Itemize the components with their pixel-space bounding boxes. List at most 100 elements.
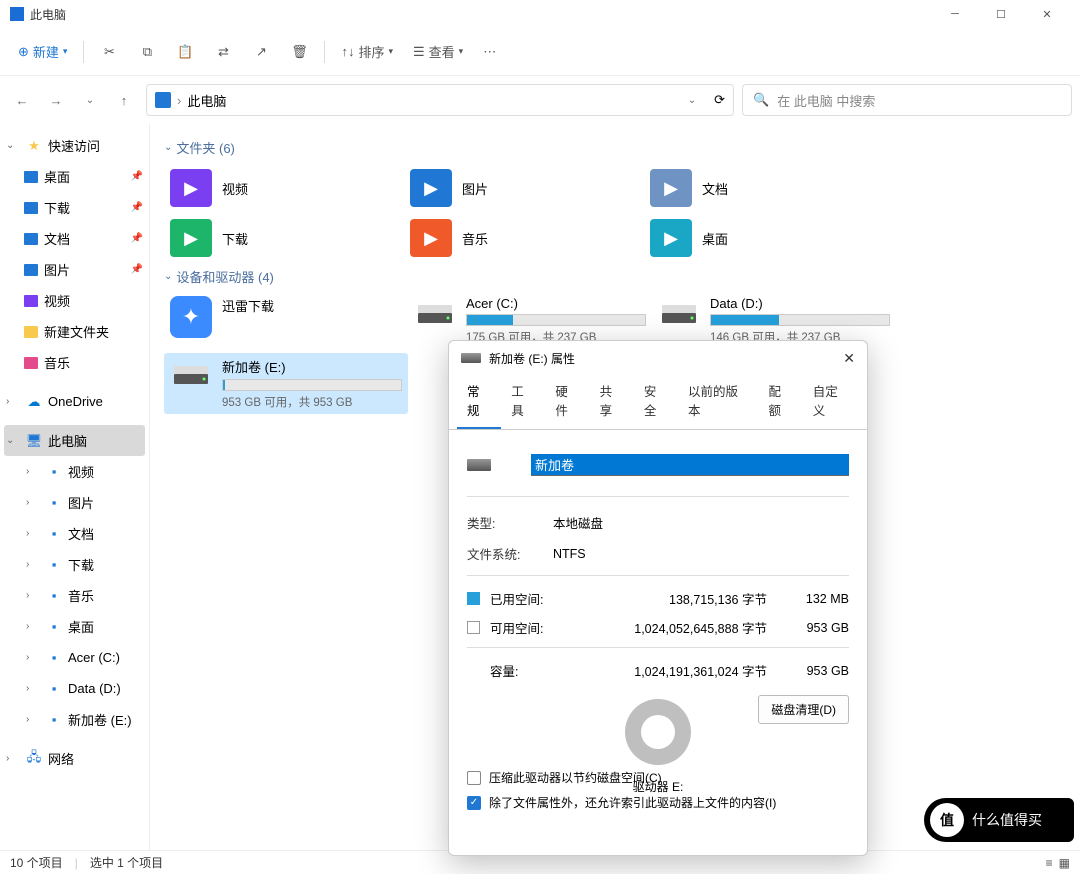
dialog-tab[interactable]: 配额 [759, 375, 803, 429]
close-button[interactable]: ✕ [1024, 0, 1070, 28]
chevron-right-icon: › [26, 590, 40, 601]
sidebar-item[interactable]: › ▪ Data (D:) [0, 673, 149, 704]
new-button[interactable]: ⊕ 新建 ▾ [10, 36, 75, 68]
sidebar-item[interactable]: › ▪ 下载 [0, 549, 149, 580]
dialog-tab[interactable]: 常规 [457, 375, 501, 429]
list-view-button[interactable]: ≡ [1046, 856, 1053, 870]
trash-icon: 🗑 [290, 43, 308, 61]
sidebar-item[interactable]: 视频 [0, 285, 149, 316]
search-input[interactable]: 🔍 在 此电脑 中搜索 [742, 84, 1072, 116]
grid-view-button[interactable]: ▦ [1059, 856, 1070, 870]
chevron-right-icon: › [177, 93, 181, 108]
navigation-row: ← → ⌄ ↑ › 此电脑 ⌄ ⟳ 🔍 在 此电脑 中搜索 [0, 76, 1080, 124]
sidebar-item[interactable]: 下载📌 [0, 192, 149, 223]
drive-icon [658, 296, 700, 334]
titlebar: 此电脑 ─ ☐ ✕ [0, 0, 1080, 28]
usage-bar [710, 314, 890, 326]
compress-checkbox-row[interactable]: 压缩此驱动器以节约磁盘空间(C) [467, 765, 849, 790]
folder-item[interactable]: ▶ 视频 [164, 163, 404, 213]
checkbox-checked-icon: ✓ [467, 796, 481, 810]
dialog-tab[interactable]: 共享 [590, 375, 634, 429]
folder-item[interactable]: ▶ 文档 [644, 163, 884, 213]
more-button[interactable]: ⋯ [475, 36, 504, 68]
up-button[interactable]: ↑ [110, 86, 138, 114]
folder-icon: ▪ [46, 712, 62, 728]
cut-button[interactable]: ✂ [92, 36, 126, 68]
sidebar-item[interactable]: › ▪ 音乐 [0, 580, 149, 611]
cut-icon: ✂ [100, 43, 118, 61]
dialog-tab[interactable]: 以前的版本 [678, 375, 758, 429]
drive-icon [170, 357, 212, 395]
dropdown-icon[interactable]: ⌄ [688, 95, 696, 106]
folder-icon: ▪ [46, 495, 62, 511]
sidebar-item[interactable]: › ▪ Acer (C:) [0, 642, 149, 673]
folder-icon: ▪ [46, 619, 62, 635]
dialog-tab[interactable]: 工具 [501, 375, 545, 429]
chevron-right-icon: › [6, 396, 20, 407]
sidebar-quick-access[interactable]: ⌄ ★ 快速访问 [0, 130, 149, 161]
pin-icon: 📌 [131, 171, 143, 182]
dialog-tab[interactable]: 安全 [634, 375, 678, 429]
maximize-button[interactable]: ☐ [978, 0, 1024, 28]
drive-icon [414, 296, 456, 334]
sidebar-network[interactable]: › 🖧 网络 [0, 743, 149, 774]
folders-header[interactable]: ⌄ 文件夹 (6) [164, 138, 1066, 157]
chevron-right-icon: › [6, 753, 20, 764]
folder-icon [24, 171, 38, 183]
sort-button[interactable]: ↑↓ 排序 ▾ [333, 36, 401, 68]
sidebar-onedrive[interactable]: › ☁ OneDrive [0, 386, 149, 417]
window-title: 此电脑 [30, 6, 932, 23]
folder-icon [24, 264, 38, 276]
forward-button[interactable]: → [42, 86, 70, 114]
folder-icon [24, 326, 38, 338]
dialog-tab[interactable]: 自定义 [803, 375, 859, 429]
index-checkbox-row[interactable]: ✓ 除了文件属性外，还允许索引此驱动器上文件的内容(I) [467, 790, 849, 815]
usage-donut [625, 699, 691, 765]
plus-icon: ⊕ [18, 44, 29, 60]
sidebar-item[interactable]: › ▪ 文档 [0, 518, 149, 549]
back-button[interactable]: ← [8, 86, 36, 114]
sidebar-item[interactable]: › ▪ 桌面 [0, 611, 149, 642]
sidebar-item[interactable]: › ▪ 视频 [0, 456, 149, 487]
delete-button[interactable]: 🗑 [282, 36, 316, 68]
paste-button[interactable]: 📋 [168, 36, 202, 68]
app-icon [10, 7, 24, 21]
sidebar-this-pc[interactable]: ⌄ 🖥 此电脑 [4, 425, 145, 456]
refresh-button[interactable]: ⟳ [714, 92, 725, 108]
drives-header[interactable]: ⌄ 设备和驱动器 (4) [164, 267, 1066, 286]
folder-icon [24, 357, 38, 369]
folder-icon: ▪ [46, 526, 62, 542]
sidebar-item[interactable]: 图片📌 [0, 254, 149, 285]
rename-button[interactable]: ⇄ [206, 36, 240, 68]
drive-item[interactable]: 新加卷 (E:) 953 GB 可用，共 953 GB [164, 353, 408, 414]
folder-item[interactable]: ▶ 音乐 [404, 213, 644, 263]
minimize-button[interactable]: ─ [932, 0, 978, 28]
free-size: 953 GB [789, 621, 849, 635]
folder-item[interactable]: ▶ 图片 [404, 163, 644, 213]
pin-icon: 📌 [131, 264, 143, 275]
disk-cleanup-button[interactable]: 磁盘清理(D) [758, 695, 849, 724]
share-button[interactable]: ↗ [244, 36, 278, 68]
folder-item[interactable]: ▶ 桌面 [644, 213, 884, 263]
search-icon: 🔍 [753, 92, 769, 108]
sidebar-item[interactable]: 桌面📌 [0, 161, 149, 192]
breadcrumb[interactable]: 此电脑 [187, 91, 226, 110]
recent-button[interactable]: ⌄ [76, 86, 104, 114]
watermark-logo: 值 [930, 803, 964, 837]
address-bar[interactable]: › 此电脑 ⌄ ⟳ [146, 84, 734, 116]
sidebar-item[interactable]: › ▪ 图片 [0, 487, 149, 518]
sidebar-item[interactable]: 文档📌 [0, 223, 149, 254]
chevron-right-icon: › [26, 652, 40, 663]
view-button[interactable]: ☰ 查看 ▾ [405, 36, 471, 68]
dialog-tab[interactable]: 硬件 [545, 375, 589, 429]
folder-icon [24, 202, 38, 214]
sidebar-item[interactable]: › ▪ 新加卷 (E:) [0, 704, 149, 735]
folder-item[interactable]: ▶ 下载 [164, 213, 404, 263]
copy-button[interactable]: ⧉ [130, 36, 164, 68]
drive-item-xunlei[interactable]: ✦ 迅雷下载 [164, 292, 408, 349]
sidebar-item[interactable]: 新建文件夹 [0, 316, 149, 347]
dialog-close-button[interactable]: ✕ [843, 350, 855, 367]
sidebar-item[interactable]: 音乐 [0, 347, 149, 378]
volume-name-input[interactable] [531, 454, 849, 476]
copy-icon: ⧉ [138, 43, 156, 61]
